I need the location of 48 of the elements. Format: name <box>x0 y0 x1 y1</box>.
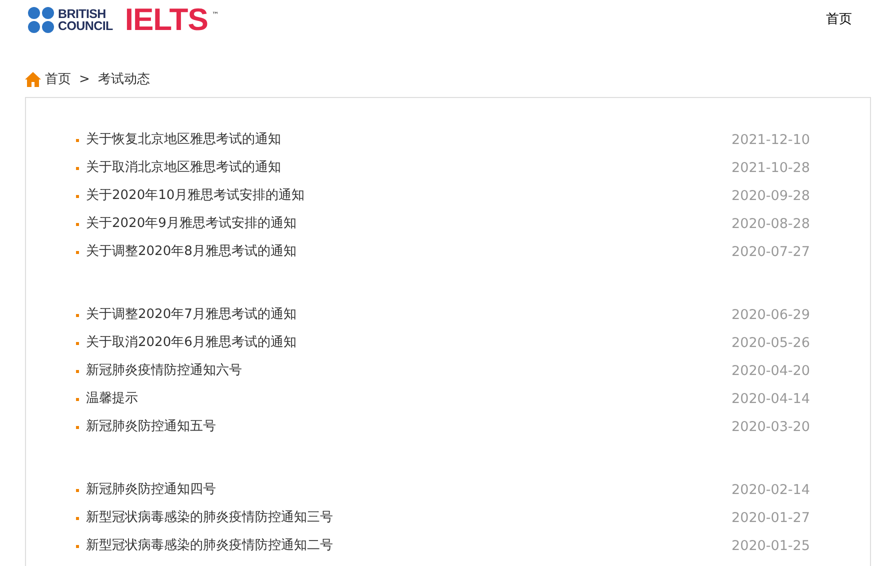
bullet-icon <box>76 370 79 372</box>
news-link[interactable]: 关于调整2020年8月雅思考试的通知 <box>86 242 296 262</box>
news-date: 2020-02-14 <box>732 480 810 500</box>
bullet-icon <box>76 488 79 492</box>
news-link[interactable]: 关于取消2020年6月雅思考试的通知 <box>86 333 296 353</box>
bullet-icon <box>76 250 79 254</box>
dots-logo-icon <box>28 7 54 33</box>
news-date: 2020-08-28 <box>732 214 810 234</box>
breadcrumb-separator: > <box>79 70 90 89</box>
news-date: 2020-03-20 <box>732 418 810 437</box>
news-date: 2020-04-20 <box>732 362 810 381</box>
news-link[interactable]: 关于2020年9月雅思考试安排的通知 <box>86 214 296 234</box>
bullet-icon <box>76 426 79 428</box>
news-date: 2020-07-27 <box>732 242 810 262</box>
news-date: 2020-04-14 <box>732 390 810 409</box>
news-date: 2021-12-10 <box>732 130 810 150</box>
news-link[interactable]: 新型冠状病毒感染的肺炎疫情防控通知二号 <box>86 536 333 556</box>
news-link[interactable]: 关于恢复北京地区雅思考试的通知 <box>86 130 281 150</box>
news-link[interactable]: 新冠肺炎防控通知四号 <box>86 480 216 500</box>
news-link[interactable]: 新型冠状病毒感染的肺炎疫情防控通知三号 <box>86 508 333 528</box>
news-date: 2020-01-25 <box>732 536 810 556</box>
breadcrumb-link[interactable]: 首页 <box>45 70 71 90</box>
bullet-icon <box>76 314 79 316</box>
news-link[interactable]: 新冠肺炎疫情防控通知六号 <box>86 361 242 381</box>
news-link[interactable]: 温馨提示 <box>86 389 138 409</box>
nav-link[interactable]: 首页 <box>826 10 852 30</box>
bullet-icon <box>76 342 79 344</box>
news-date: 2020-05-26 <box>732 334 810 353</box>
logo-text: BRITISH <box>58 8 107 20</box>
news-link[interactable]: 关于调整2020年7月雅思考试的通知 <box>86 305 296 325</box>
news-link[interactable]: 新冠肺炎防控通知五号 <box>86 417 216 437</box>
bullet-icon <box>76 516 79 520</box>
breadcrumb-link[interactable]: 考试动态 <box>98 70 150 90</box>
news-date: 2020-01-27 <box>732 508 810 528</box>
logo-text: COUNCIL <box>58 20 113 32</box>
news-date: 2020-09-28 <box>732 186 810 206</box>
home-icon <box>25 72 41 87</box>
bullet-icon <box>76 544 79 548</box>
news-date: 2020-06-29 <box>732 306 810 325</box>
bullet-icon <box>76 138 79 142</box>
news-link[interactable]: 关于2020年10月雅思考试安排的通知 <box>86 186 305 206</box>
product-logo-text: IELTS <box>124 6 208 34</box>
bullet-icon <box>76 194 79 198</box>
bullet-icon <box>76 398 79 400</box>
news-date: 2021-10-28 <box>732 158 810 178</box>
bullet-icon <box>76 222 79 226</box>
bullet-icon <box>76 166 79 170</box>
news-link[interactable]: 关于取消北京地区雅思考试的通知 <box>86 158 281 178</box>
